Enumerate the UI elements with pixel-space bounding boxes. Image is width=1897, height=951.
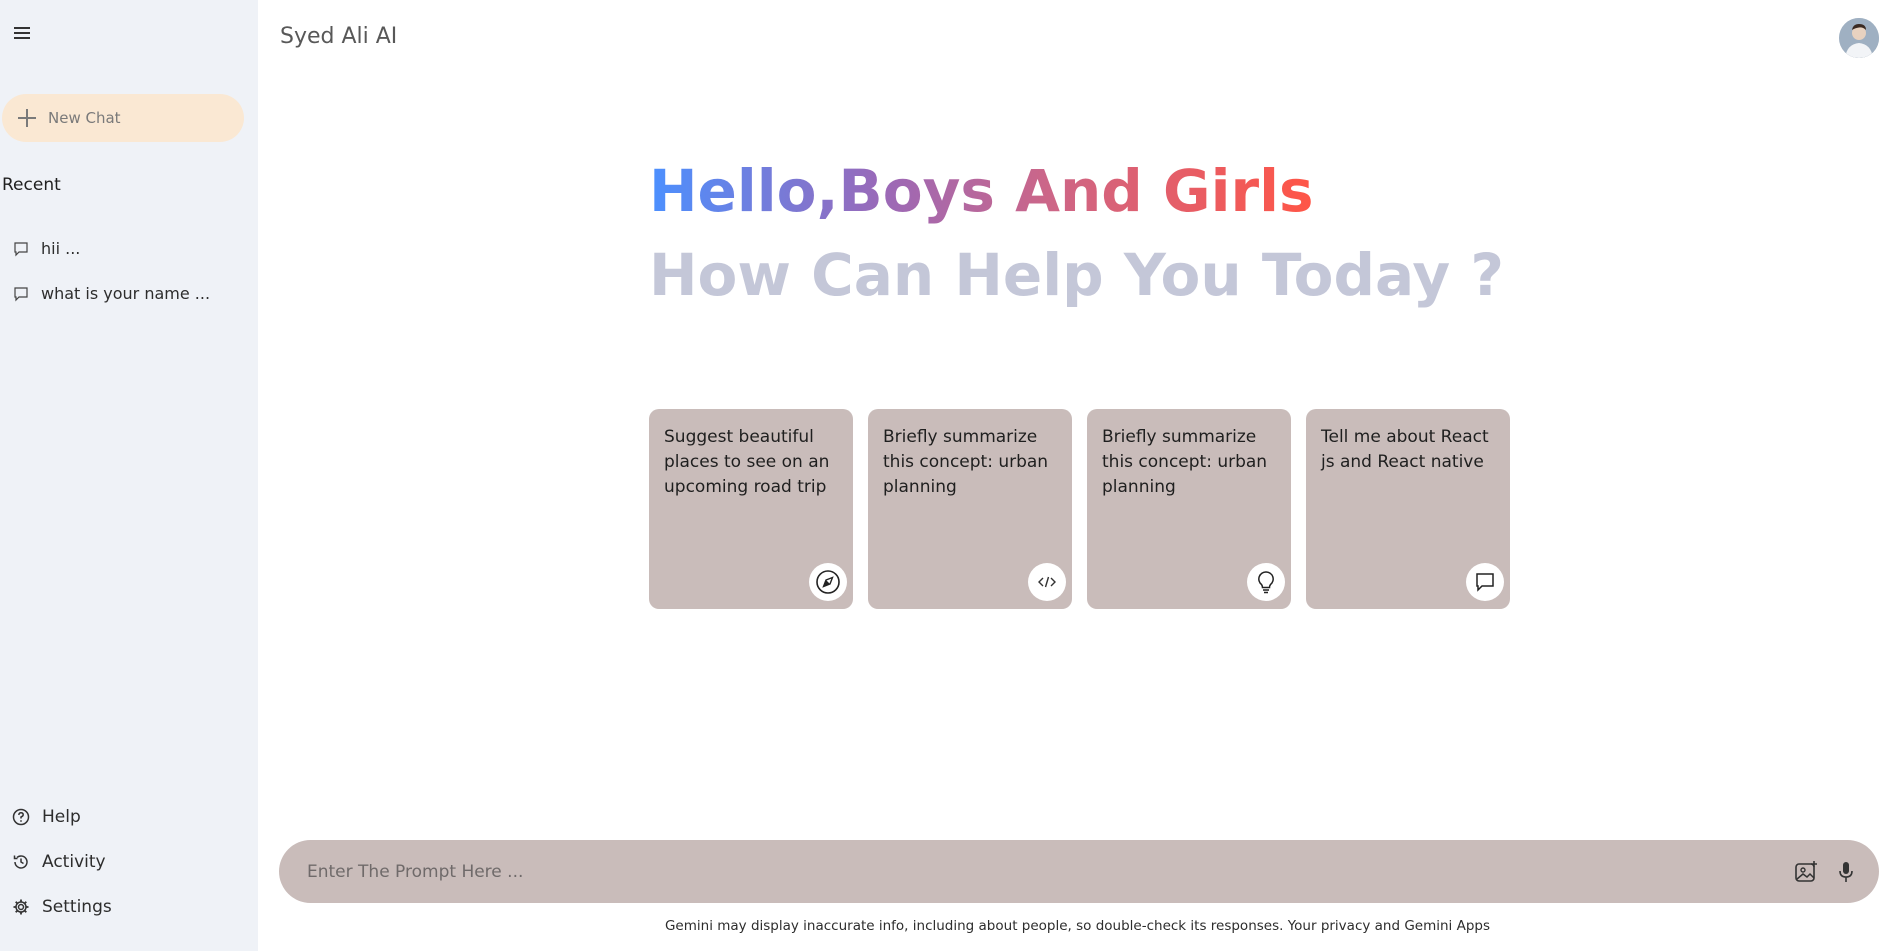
plus-icon [18,109,36,127]
suggestion-card-text: Suggest beautiful places to see on an up… [664,427,830,497]
sidebar: New Chat Recent hii ... what is your nam… [0,0,258,951]
main-area: Syed Ali AI Hello,Boys And Girls How Can… [258,0,1897,951]
avatar[interactable] [1839,18,1879,58]
recent-title: Recent [2,175,61,195]
recent-item-label: what is your name ... [41,284,211,303]
new-chat-button[interactable]: New Chat [2,94,244,142]
sidebar-item-help[interactable]: Help [12,794,247,839]
greeting-subtitle: How Can Help You Today ? [649,241,1505,309]
app-title: Syed Ali AI [280,24,398,49]
suggestion-card[interactable]: Suggest beautiful places to see on an up… [649,409,853,609]
prompt-bar [279,840,1879,903]
suggestion-card[interactable]: Briefly summarize this concept: urban pl… [1087,409,1291,609]
suggestion-card[interactable]: Briefly summarize this concept: urban pl… [868,409,1072,609]
user-avatar-icon [1839,18,1879,58]
greeting-title: Hello,Boys And Girls [649,157,1314,225]
prompt-input[interactable] [307,861,1779,882]
history-icon [13,854,28,869]
suggestion-card-text: Briefly summarize this concept: urban pl… [1102,427,1268,497]
menu-icon[interactable] [12,24,32,42]
suggestion-card[interactable]: Tell me about React js and React native [1306,409,1510,609]
chat-bubble-icon [14,241,28,256]
chat-bubble-icon [14,286,28,301]
new-chat-label: New Chat [48,109,121,127]
code-icon [1028,563,1066,601]
sidebar-item-label: Help [42,806,81,827]
gear-icon [13,899,29,914]
image-upload-icon[interactable] [1793,859,1819,885]
disclaimer-text: Gemini may display inaccurate info, incl… [664,918,1491,934]
compass-icon [809,563,847,601]
sidebar-bottom-menu: Help Activity Settings [12,794,247,929]
help-circle-icon [12,808,30,825]
suggestion-card-text: Briefly summarize this concept: urban pl… [883,427,1049,497]
app-root: New Chat Recent hii ... what is your nam… [0,0,1897,951]
recent-item-label: hii ... [41,239,81,258]
message-icon [1466,563,1504,601]
suggestion-card-text: Tell me about React js and React native [1321,427,1489,472]
bulb-icon [1247,563,1285,601]
recent-item[interactable]: hii ... [13,226,248,271]
sidebar-item-settings[interactable]: Settings [12,884,247,929]
sidebar-item-label: Settings [42,896,112,917]
suggestion-cards: Suggest beautiful places to see on an up… [649,409,1510,609]
recent-item[interactable]: what is your name ... [13,271,248,316]
greeting: Hello,Boys And Girls How Can Help You To… [649,155,1504,311]
microphone-icon[interactable] [1833,859,1859,885]
recent-list: hii ... what is your name ... [13,226,248,316]
sidebar-item-activity[interactable]: Activity [12,839,247,884]
sidebar-item-label: Activity [42,851,106,872]
